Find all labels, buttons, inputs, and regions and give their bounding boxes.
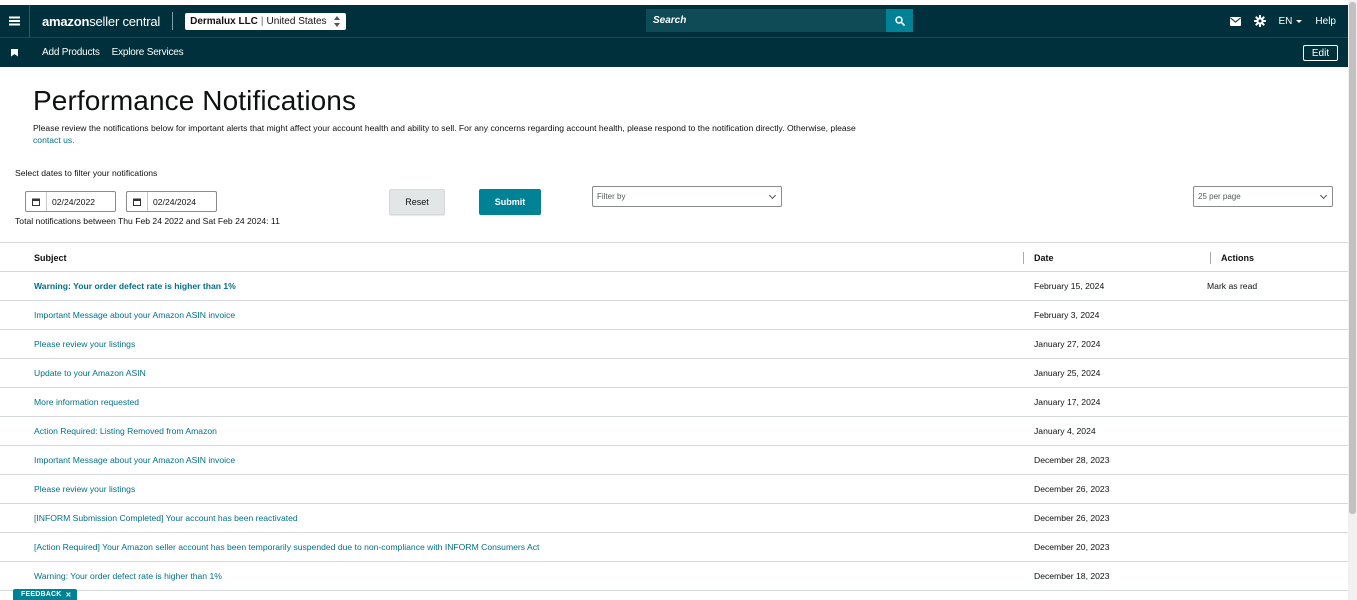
page-scrollbar[interactable]: [1348, 0, 1357, 600]
column-divider: [1023, 252, 1024, 264]
nav-add-products[interactable]: Add Products: [42, 47, 100, 58]
language-label: EN: [1278, 15, 1293, 27]
chevron-down-icon: [1319, 191, 1328, 200]
logo-brand: amazon: [42, 13, 90, 29]
table-row: [INFORM Submission Completed] Your accou…: [0, 504, 1348, 533]
per-page-select[interactable]: 25 per page: [1193, 186, 1333, 207]
contact-us-link[interactable]: contact us.: [33, 135, 893, 147]
language-selector[interactable]: EN: [1279, 16, 1303, 27]
start-date-input[interactable]: [47, 196, 113, 207]
caret-down-icon: [1296, 19, 1303, 23]
bookmark-icon[interactable]: [11, 49, 18, 57]
chevron-down-icon: [768, 191, 777, 200]
table-row: Warning: Your order defect rate is highe…: [0, 272, 1348, 301]
table-row: Action Required: Listing Removed from Am…: [0, 417, 1348, 446]
date-filter-label: Select dates to filter your notification…: [15, 168, 158, 178]
store-selector[interactable]: Dermalux LLC | United States: [185, 12, 346, 30]
menu-icon[interactable]: [0, 5, 30, 37]
intro-text: Please review the notifications below fo…: [33, 123, 893, 146]
table-body: Warning: Your order defect rate is highe…: [0, 272, 1348, 591]
search-input[interactable]: [646, 9, 886, 32]
notification-subject-link[interactable]: Update to your Amazon ASIN: [34, 368, 146, 378]
mark-as-read-link[interactable]: Mark as read: [1207, 281, 1257, 291]
table-row: Please review your listings December 26, …: [0, 475, 1348, 504]
table-row: More information requested January 17, 20…: [0, 388, 1348, 417]
mail-icon[interactable]: [1229, 16, 1241, 26]
calendar-icon[interactable]: [127, 192, 148, 211]
column-date[interactable]: Date: [1034, 253, 1054, 263]
per-page-value: 25 per page: [1198, 192, 1241, 201]
notification-subject-link[interactable]: Action Required: Listing Removed from Am…: [34, 426, 217, 436]
feedback-tab[interactable]: FEEDBACK ✕: [13, 589, 77, 600]
table-row: Important Message about your Amazon ASIN…: [0, 301, 1348, 330]
notification-date: January 4, 2024: [1034, 426, 1096, 436]
notification-subject-link[interactable]: Please review your listings: [34, 484, 135, 494]
notification-subject-link[interactable]: [INFORM Submission Completed] Your accou…: [34, 513, 298, 523]
notification-subject-link[interactable]: Important Message about your Amazon ASIN…: [34, 310, 235, 320]
table-row: Important Message about your Amazon ASIN…: [0, 446, 1348, 475]
logo-suffix: seller central: [89, 13, 161, 29]
notification-subject-link[interactable]: Important Message about your Amazon ASIN…: [34, 455, 235, 465]
notification-date: February 15, 2024: [1034, 281, 1105, 291]
column-actions: Actions: [1221, 253, 1255, 263]
notification-subject-link[interactable]: More information requested: [34, 397, 139, 407]
feedback-label: FEEDBACK: [21, 591, 62, 598]
notification-subject-link[interactable]: [Action Required] Your Amazon seller acc…: [34, 542, 539, 552]
filter-by-placeholder: Filter by: [597, 192, 626, 201]
seller-central-logo[interactable]: amazon seller central: [42, 14, 160, 29]
search-button[interactable]: [886, 9, 913, 32]
notification-date: January 17, 2024: [1034, 397, 1101, 407]
scrollbar-thumb[interactable]: [1349, 2, 1356, 514]
total-notifications: Total notifications between Thu Feb 24 2…: [15, 216, 280, 226]
table-row: [Action Required] Your Amazon seller acc…: [0, 533, 1348, 562]
table-header: Subject Date Actions: [0, 242, 1348, 272]
search-box: [646, 9, 913, 32]
notification-date: February 3, 2024: [1034, 310, 1100, 320]
filter-by-select[interactable]: Filter by: [592, 186, 782, 207]
header-actions: EN Help: [1217, 5, 1336, 37]
submit-button[interactable]: Submit: [479, 189, 541, 215]
notification-date: December 26, 2023: [1034, 513, 1110, 523]
intro-paragraph: Please review the notifications below fo…: [33, 123, 856, 133]
table-row: Update to your Amazon ASIN January 25, 20…: [0, 359, 1348, 388]
column-subject[interactable]: Subject: [34, 253, 67, 263]
table-row: Please review your listings January 27, 2…: [0, 330, 1348, 359]
table-row: Warning: Your order defect rate is highe…: [0, 562, 1348, 591]
gear-icon[interactable]: [1253, 15, 1266, 27]
end-date-field[interactable]: [126, 191, 217, 212]
notification-date: January 27, 2024: [1034, 339, 1101, 349]
notification-subject-link[interactable]: Warning: Your order defect rate is highe…: [34, 281, 236, 291]
notification-date: December 20, 2023: [1034, 542, 1110, 552]
nav-explore-services[interactable]: Explore Services: [112, 47, 184, 58]
store-separator: |: [260, 15, 264, 27]
shortcut-bar: Add Products Explore Services Edit: [0, 37, 1348, 67]
store-name: Dermalux LLC: [190, 15, 258, 27]
notifications-table: Subject Date Actions Warning: Your order…: [0, 242, 1348, 591]
search-icon: [894, 15, 905, 26]
reset-button[interactable]: Reset: [389, 189, 445, 215]
logo-divider: [172, 12, 174, 30]
store-region: United States: [266, 15, 327, 27]
edit-shortcuts-button[interactable]: Edit: [1303, 45, 1338, 61]
notification-date: December 28, 2023: [1034, 455, 1110, 465]
notification-subject-link[interactable]: Warning: Your order defect rate is highe…: [34, 571, 222, 581]
page-title: Performance Notifications: [33, 85, 357, 116]
close-icon[interactable]: ✕: [66, 591, 72, 599]
column-divider: [1210, 252, 1211, 264]
notification-date: December 26, 2023: [1034, 484, 1110, 494]
start-date-field[interactable]: [25, 191, 116, 212]
help-link[interactable]: Help: [1315, 16, 1336, 27]
end-date-input[interactable]: [148, 196, 214, 207]
notification-subject-link[interactable]: Please review your listings: [34, 339, 135, 349]
notification-date: January 25, 2024: [1034, 368, 1101, 378]
notification-date: December 18, 2023: [1034, 571, 1110, 581]
top-header: amazon seller central Dermalux LLC | Uni…: [0, 5, 1348, 37]
calendar-icon[interactable]: [26, 192, 47, 211]
updown-arrows-icon: [333, 15, 342, 27]
